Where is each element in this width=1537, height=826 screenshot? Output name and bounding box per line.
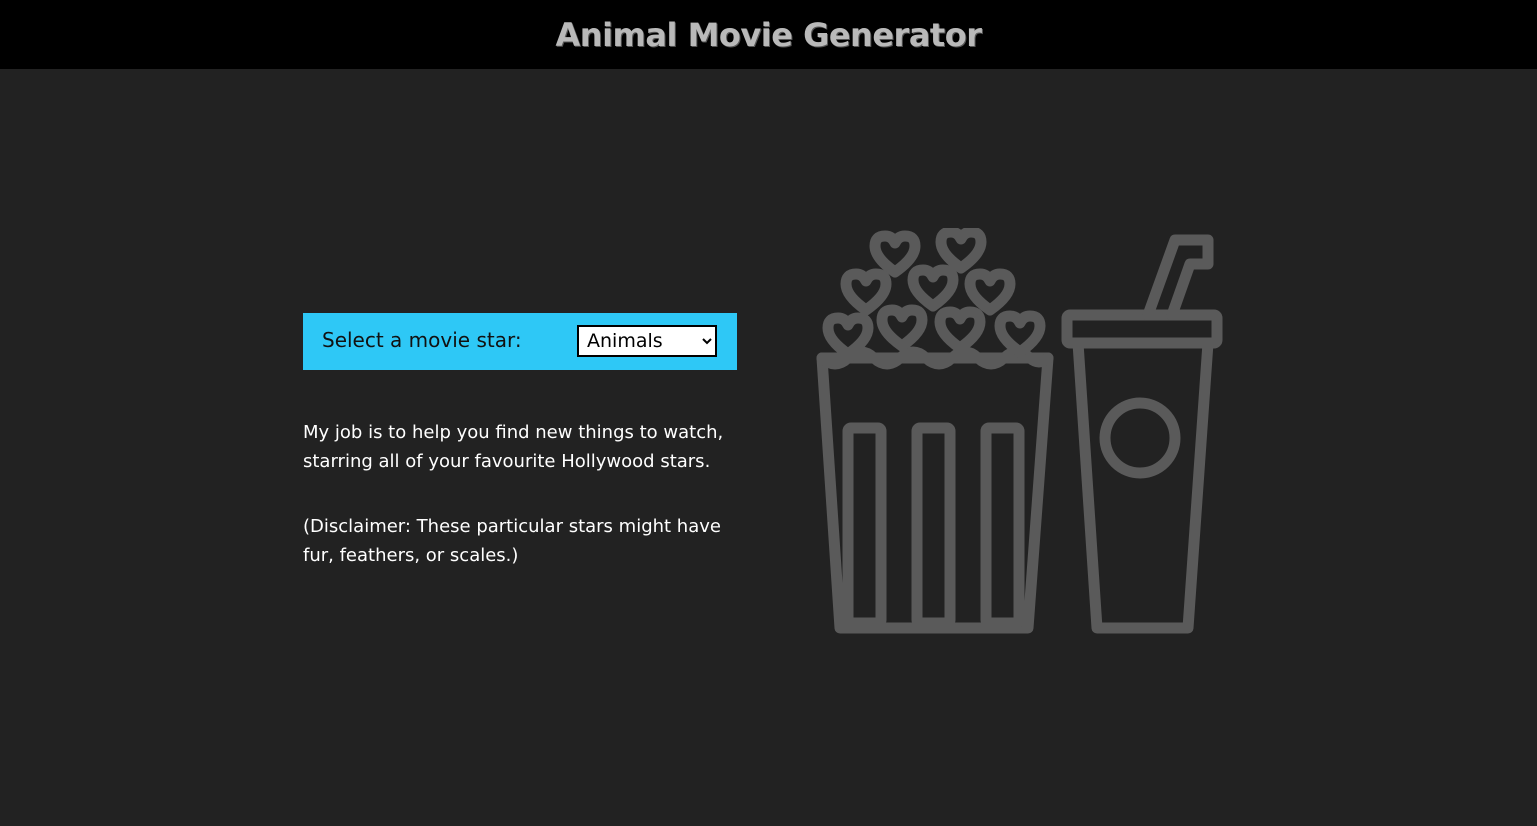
popcorn-kernels [822, 228, 1046, 360]
disclaimer-paragraph: (Disclaimer: These particular stars migh… [303, 516, 721, 566]
page-title: Animal Movie Generator [555, 15, 982, 54]
soda-straw [1142, 234, 1214, 321]
popcorn-stripe [842, 422, 887, 629]
selector-label: Select a movie star: [322, 328, 522, 352]
app-header: Animal Movie Generator [0, 0, 1537, 69]
popcorn-stripe [911, 422, 956, 629]
description-paragraph: My job is to help you find new things to… [303, 422, 724, 472]
soda-cup-lid [1061, 309, 1223, 349]
movie-star-dropdown[interactable]: Animals [577, 325, 717, 357]
soda-cup-body [1072, 337, 1214, 634]
popcorn-stripe [980, 422, 1025, 629]
select-wrapper: Animals [577, 325, 717, 357]
popcorn-and-soda-icon [816, 228, 1223, 634]
soda-cup-logo [1099, 397, 1181, 479]
movie-star-selector: Select a movie star: Animals [303, 313, 737, 370]
